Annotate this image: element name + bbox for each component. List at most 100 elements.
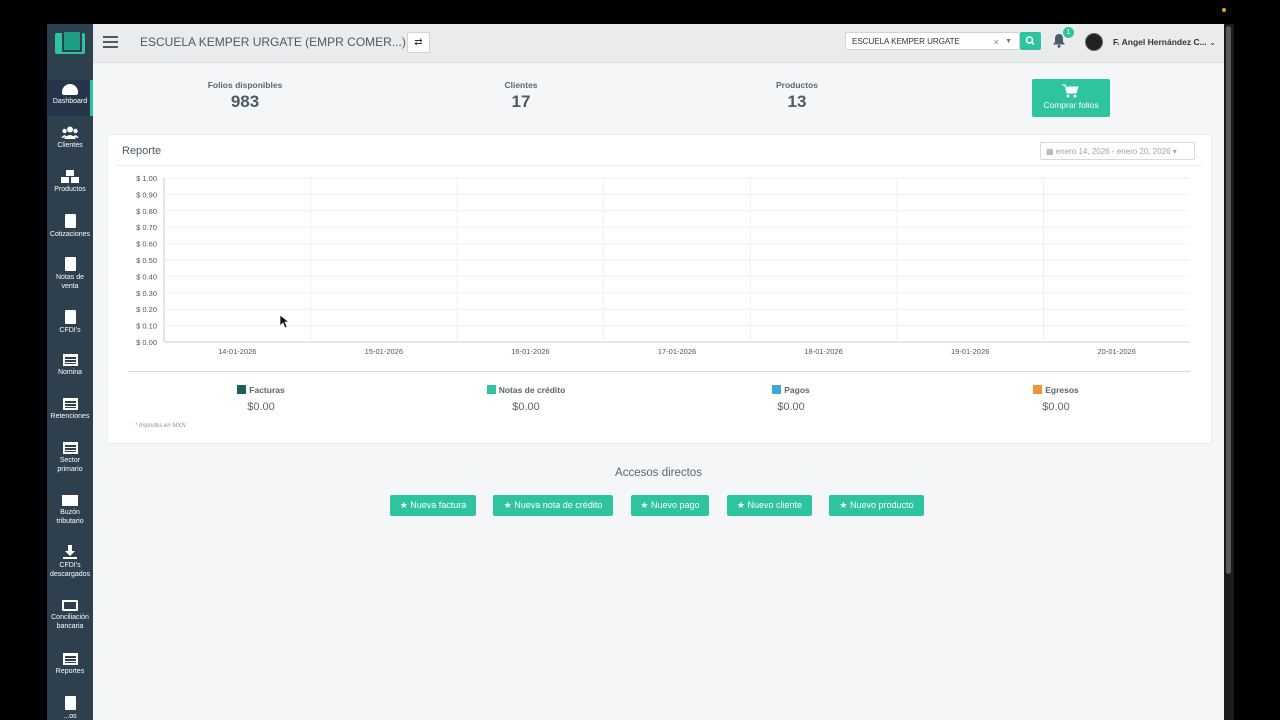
star-icon: ★ [399, 500, 408, 510]
y-tick-label: $ 0.10 [136, 322, 157, 331]
legend-swatch [486, 385, 496, 394]
document-icon [64, 214, 76, 228]
shortcuts-title: Accesos directos [615, 467, 702, 479]
list-icon [62, 653, 78, 665]
stat-value: 13 [787, 92, 807, 111]
user-name: F. Angel Hernández C... [1113, 37, 1207, 47]
sidebar-item-more[interactable]: ...os [47, 696, 93, 720]
sidebar-item-label: Reportes [55, 668, 85, 675]
sidebar-item-label: Buzón tributario [56, 509, 84, 525]
sidebar-item-label: Clientes [57, 142, 83, 149]
legend-swatch [772, 385, 782, 394]
sidebar-item-clientes[interactable]: Clientes [47, 126, 93, 150]
user-avatar[interactable] [1085, 33, 1103, 51]
switch-company-button[interactable]: ⇄ [407, 32, 430, 53]
button-label: Nueva factura [410, 500, 467, 510]
x-tick-label: 14-01-2026 [218, 347, 256, 356]
stat-clientes: Clientes 17 [446, 80, 596, 112]
cubes-icon [61, 170, 79, 183]
list-icon [62, 398, 78, 410]
new-invoice-button[interactable]: ★ Nueva factura [390, 495, 476, 516]
mouse-cursor-icon [280, 315, 290, 329]
sidebar-item-label: Conciliación bancaria [51, 614, 89, 630]
notification-badge: 1 [1063, 27, 1074, 38]
y-tick-label: $ 0.60 [136, 240, 157, 249]
currency-note: * Importes en MXN [135, 423, 186, 429]
scrollbar-thumb[interactable] [1226, 26, 1231, 574]
sidebar-item-dashboard[interactable]: Dashboard [47, 80, 93, 116]
document-icon [64, 696, 76, 710]
legend-notas-de-credito: Notas de crédito $0.00 [426, 385, 626, 413]
y-tick-label: $ 0.20 [136, 305, 157, 314]
legend-amount: $0.00 [247, 401, 275, 413]
sidebar-item-cfdis[interactable]: CFDI's [47, 310, 93, 335]
legend-amount: $0.00 [777, 401, 805, 413]
stat-label: Folios disponibles [207, 80, 283, 90]
company-select[interactable]: ESCUELA KEMPER URGATE × ▼ [845, 32, 1020, 50]
x-tick-label: 18-01-2026 [804, 347, 842, 356]
clear-icon[interactable]: × [994, 33, 999, 51]
legend-pagos: Pagos $0.00 [691, 385, 891, 413]
sidebar-item-reportes[interactable]: Reportes [47, 653, 93, 676]
report-title: Reporte [122, 145, 162, 157]
sidebar-item-nomina[interactable]: Nomina [47, 354, 93, 377]
new-product-button[interactable]: ★ Nuevo producto [829, 495, 924, 516]
sidebar-item-retenciones[interactable]: Retenciones [47, 398, 93, 421]
legend-swatch [237, 385, 247, 394]
search-button[interactable] [1020, 32, 1041, 50]
chevron-down-icon: ▼ [1005, 38, 1012, 45]
chevron-down-icon: ⌄ [1209, 37, 1217, 47]
notifications-bell-icon[interactable] [1053, 34, 1065, 48]
company-select-value: ESCUELA KEMPER URGATE [852, 37, 960, 46]
scrollbar[interactable] [1224, 24, 1234, 720]
legend-facturas: Facturas $0.00 [161, 385, 361, 413]
users-icon [61, 126, 79, 139]
legend-egresos: Egresos $0.00 [956, 385, 1156, 413]
stat-label: Productos [775, 80, 819, 90]
y-tick-label: $ 0.90 [136, 190, 157, 199]
sidebar-item-cfdis-descargados[interactable]: CFDI's descargados [47, 545, 93, 579]
sidebar-item-cotizaciones[interactable]: Cotizaciones [47, 214, 93, 239]
menu-toggle-icon[interactable] [103, 36, 118, 48]
new-payment-button[interactable]: ★ Nuevo pago [631, 495, 709, 516]
x-tick-label: 16-01-2026 [511, 347, 549, 356]
sidebar-item-notas-de-venta[interactable]: Notas de venta [47, 257, 93, 291]
sidebar-item-label: Retenciones [50, 413, 90, 420]
button-label: Nuevo cliente [747, 500, 803, 510]
report-panel: Reporte ▦ enero 14, 2026 - enero 20, 202… [107, 134, 1212, 444]
sidebar-item-buzon-tributario[interactable]: Buzón tributario [47, 495, 93, 526]
legend-name: Facturas [249, 385, 285, 395]
new-client-button[interactable]: ★ Nuevo cliente [727, 495, 812, 516]
star-icon: ★ [640, 500, 649, 510]
user-menu[interactable]: F. Angel Hernández C... ⌄ [1113, 37, 1216, 48]
window-indicator-dot [1222, 8, 1226, 12]
sidebar-item-label: CFDI's descargados [50, 562, 91, 578]
legend-amount: $0.00 [1042, 401, 1070, 413]
app-logo[interactable] [55, 30, 85, 56]
sidebar-item-productos[interactable]: Productos [47, 170, 93, 194]
x-tick-label: 19-01-2026 [951, 347, 989, 356]
legend-name: Egresos [1045, 385, 1079, 395]
sidebar-item-label: Dashboard [52, 98, 88, 105]
stat-productos: Productos 13 [722, 80, 872, 112]
buy-folios-label: Comprar folios [1043, 100, 1099, 110]
sidebar-item-label: Cotizaciones [49, 231, 91, 238]
star-icon: ★ [736, 500, 745, 510]
document-text-icon [64, 310, 76, 324]
y-tick-label: $ 0.80 [136, 207, 157, 216]
sidebar-item-conciliacion-bancaria[interactable]: Conciliación bancaria [47, 600, 93, 631]
stat-folios: Folios disponibles 983 [170, 80, 320, 112]
divider [128, 371, 1190, 372]
legend-swatch [1033, 385, 1043, 394]
buy-folios-button[interactable]: Comprar folios [1032, 79, 1110, 117]
company-title: ESCUELA KEMPER URGATE (EMPR COMER...) [140, 35, 406, 49]
legend-amount: $0.00 [512, 401, 540, 413]
date-range-picker[interactable]: ▦ enero 14, 2026 - enero 20, 2026 ▾ [1040, 142, 1195, 160]
date-range-value: enero 14, 2026 - enero 20, 2026 [1055, 147, 1171, 156]
x-tick-label: 20-01-2026 [1098, 347, 1136, 356]
report-chart: $ 0.00 $ 0.10 $ 0.20 $ 0.30 $ 0.40 $ 0.50 $ 0.… [136, 174, 1190, 356]
download-icon [63, 545, 77, 559]
sidebar-item-label: Productos [54, 186, 86, 193]
new-credit-note-button[interactable]: ★ Nueva nota de crédito [493, 495, 613, 516]
star-icon: ★ [503, 500, 512, 510]
